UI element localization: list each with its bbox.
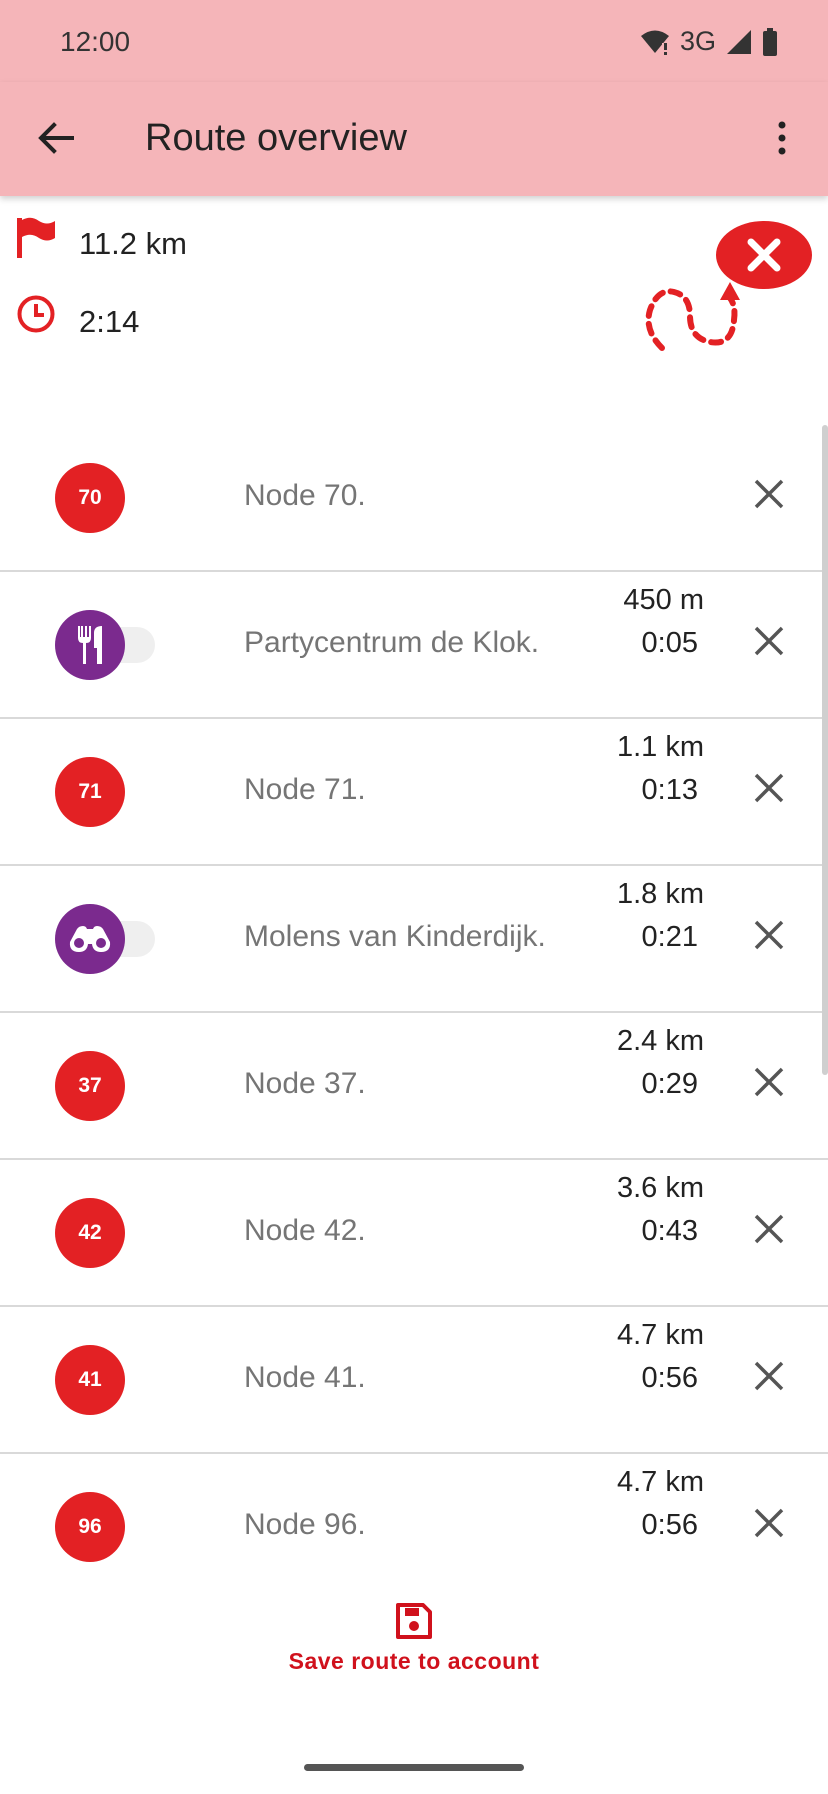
close-icon — [754, 479, 784, 509]
poi-marker — [55, 904, 155, 974]
point-distance: 2.4 km — [616, 1025, 704, 1057]
node-badge: 71 — [55, 757, 125, 827]
route-point-row[interactable]: 42 Node 42. 3.6 km 0:43 — [0, 1160, 828, 1307]
back-button[interactable] — [30, 112, 82, 164]
network-type: 3G — [679, 26, 716, 56]
point-distance: 1.1 km — [616, 731, 704, 763]
remove-point-button[interactable] — [744, 616, 794, 666]
page-title: Route overview — [145, 117, 407, 159]
point-distance: 4.7 km — [616, 1319, 704, 1351]
poi-marker — [55, 610, 155, 680]
remove-point-button[interactable] — [744, 1498, 794, 1548]
remove-point-button[interactable] — [744, 763, 794, 813]
node-badge: 70 — [55, 463, 125, 533]
route-point-row[interactable]: 96 Node 96. 4.7 km 0:56 — [0, 1454, 828, 1580]
point-duration: 0:56 — [641, 1362, 698, 1394]
route-point-row[interactable]: 71 Node 71. 1.1 km 0:13 — [0, 719, 828, 866]
close-icon — [754, 1508, 784, 1538]
clear-route-button[interactable] — [640, 220, 815, 370]
close-icon — [754, 920, 784, 950]
total-duration: 2:14 — [79, 304, 140, 339]
home-indicator[interactable] — [304, 1764, 524, 1771]
cell-signal-icon — [727, 29, 751, 54]
route-point-row[interactable]: 37 Node 37. 2.4 km 0:29 — [0, 1013, 828, 1160]
point-distance: 1.8 km — [616, 878, 704, 910]
remove-point-button[interactable] — [744, 1057, 794, 1107]
point-distance: 450 m — [623, 584, 704, 616]
node-badge: 42 — [55, 1198, 125, 1268]
point-duration: 0:13 — [641, 774, 698, 806]
wifi-icon — [640, 30, 669, 55]
point-label: Node 37. — [244, 1067, 366, 1100]
restaurant-icon — [78, 626, 102, 664]
close-icon — [754, 773, 784, 803]
duration-summary: 2:14 — [14, 292, 139, 339]
save-route-label: Save route to account — [288, 1648, 540, 1674]
point-label: Node 42. — [244, 1214, 366, 1247]
dotted-path-icon — [645, 282, 740, 351]
point-duration: 0:29 — [641, 1068, 698, 1100]
flag-icon — [14, 216, 58, 260]
point-label: Node 71. — [244, 773, 366, 806]
binoculars-icon — [69, 926, 111, 952]
status-time: 12:00 — [60, 26, 131, 57]
point-label: Node 70. — [244, 479, 366, 512]
point-distance: 4.7 km — [616, 1466, 704, 1498]
point-label: Molens van Kinderdijk. — [244, 920, 546, 953]
point-label: Node 96. — [244, 1508, 366, 1541]
point-duration: 0:05 — [641, 627, 698, 659]
route-point-row[interactable]: Partycentrum de Klok. 450 m 0:05 — [0, 572, 828, 719]
route-summary: 11.2 km 2:14 — [0, 196, 828, 396]
more-options-button[interactable] — [756, 112, 808, 164]
route-point-row[interactable]: 41 Node 41. 4.7 km 0:56 — [0, 1307, 828, 1454]
battery-icon — [763, 27, 777, 56]
close-icon — [754, 1361, 784, 1391]
total-distance: 11.2 km — [79, 226, 187, 261]
app-bar: Route overview — [0, 82, 828, 196]
close-icon — [754, 1067, 784, 1097]
point-label: Node 41. — [244, 1361, 366, 1394]
clock-icon — [14, 292, 58, 336]
status-bar: 12:00 3G — [0, 0, 828, 82]
status-icons: 3G — [640, 26, 778, 57]
node-badge: 41 — [55, 1345, 125, 1415]
arrow-back-icon — [38, 122, 74, 154]
point-duration: 0:43 — [641, 1215, 698, 1247]
remove-point-button[interactable] — [744, 1204, 794, 1254]
poi-badge — [55, 610, 125, 680]
route-point-list: 70 Node 70. Partycentrum de Klok. 450 m … — [0, 425, 828, 1580]
save-icon — [396, 1603, 432, 1639]
remove-point-button[interactable] — [744, 469, 794, 519]
close-icon — [754, 1214, 784, 1244]
poi-badge — [55, 904, 125, 974]
distance-summary: 11.2 km — [14, 216, 187, 261]
point-label: Partycentrum de Klok. — [244, 626, 540, 659]
remove-point-button[interactable] — [744, 1351, 794, 1401]
point-duration: 0:56 — [641, 1509, 698, 1541]
point-distance: 3.6 km — [616, 1172, 704, 1204]
route-point-row[interactable]: 70 Node 70. — [0, 425, 828, 572]
scrollbar[interactable] — [822, 425, 828, 1075]
more-vert-icon — [778, 121, 786, 155]
save-route-button[interactable]: Save route to account — [250, 1602, 578, 1692]
node-badge: 37 — [55, 1051, 125, 1121]
node-badge: 96 — [55, 1492, 125, 1562]
close-icon — [754, 626, 784, 656]
save-bar: Save route to account — [0, 1582, 828, 1702]
point-duration: 0:21 — [641, 921, 698, 953]
remove-point-button[interactable] — [744, 910, 794, 960]
route-point-row[interactable]: Molens van Kinderdijk. 1.8 km 0:21 — [0, 866, 828, 1013]
